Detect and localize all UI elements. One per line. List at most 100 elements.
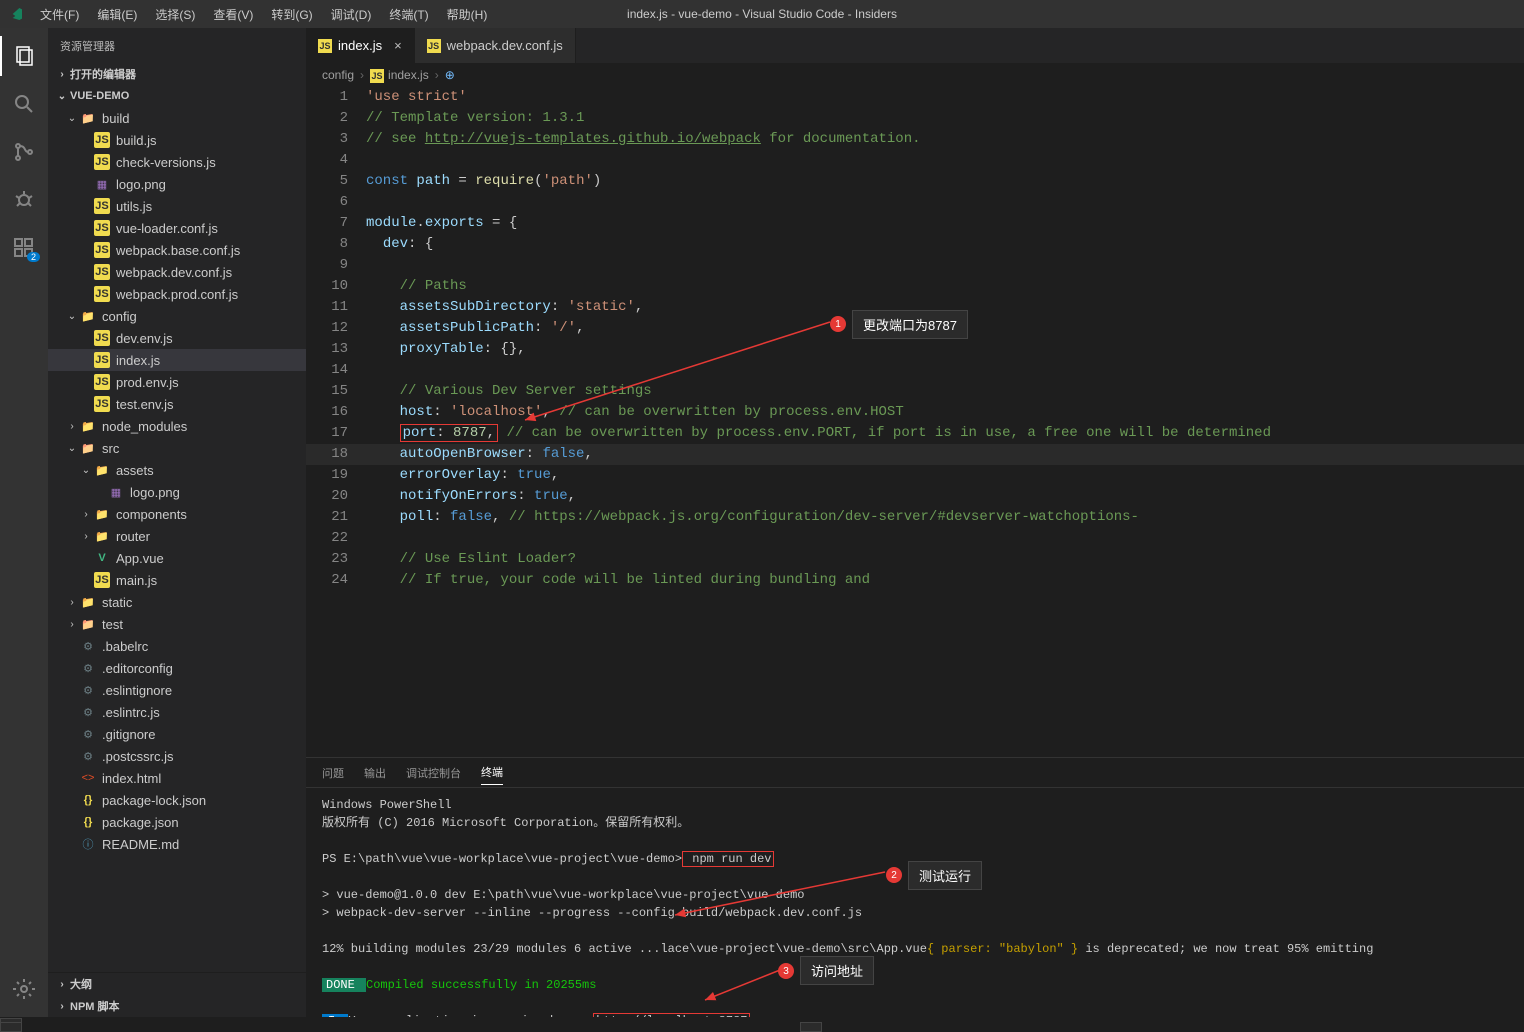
tree-item[interactable]: ⚙.gitignore [48, 723, 306, 745]
tree-item[interactable]: {}package-lock.json [48, 789, 306, 811]
menu-item[interactable]: 选择(S) [147, 2, 203, 27]
activity-scm[interactable] [0, 132, 48, 172]
tree-item[interactable]: ⓘREADME.md [48, 833, 306, 855]
tree-label: assets [116, 463, 154, 478]
tree-label: node_modules [102, 419, 187, 434]
file-icon: ⚙ [80, 660, 96, 676]
tree-label: package-lock.json [102, 793, 206, 808]
breadcrumb[interactable]: config›JSindex.js›⊕ [306, 63, 1524, 87]
tree-label: check-versions.js [116, 155, 216, 170]
tree-item[interactable]: JSindex.js [48, 349, 306, 371]
vscode-logo-icon [8, 6, 24, 22]
panel-tab[interactable]: 问题 [322, 761, 344, 785]
breadcrumb-item[interactable]: JSindex.js [370, 68, 429, 83]
tree-item[interactable]: ›📁static [48, 591, 306, 613]
file-icon: ⓘ [80, 836, 96, 852]
folder-icon: 📁 [80, 616, 96, 632]
tree-item[interactable]: {}package.json [48, 811, 306, 833]
activity-extensions[interactable]: 2 [0, 228, 48, 268]
file-tree: › 打开的编辑器 ⌄ VUE-DEMO ⌄📁build JSbuild.js J… [48, 63, 306, 972]
npm-scripts-section[interactable]: ›NPM 脚本 [48, 995, 306, 1017]
tree-item[interactable]: ▦logo.png [48, 173, 306, 195]
file-icon: JS [94, 132, 110, 148]
code-editor[interactable]: 1'use strict'2// Template version: 1.3.1… [306, 87, 1524, 757]
tree-label: .gitignore [102, 727, 155, 742]
tree-item[interactable]: ▦logo.png [48, 481, 306, 503]
tree-item[interactable]: ⚙ .eslintrc.js [48, 701, 306, 723]
tree-item[interactable]: <>index.html [48, 767, 306, 789]
sidebar: 资源管理器 › 打开的编辑器 ⌄ VUE-DEMO ⌄📁build JSbuil… [48, 28, 306, 1017]
tree-item[interactable]: VApp.vue [48, 547, 306, 569]
annotation-3 [800, 1022, 822, 1032]
tree-label: index.js [116, 353, 160, 368]
file-icon: JS [94, 396, 110, 412]
tree-label: components [116, 507, 187, 522]
tree-label: index.html [102, 771, 161, 786]
editor-tab[interactable]: JSwebpack.dev.conf.js [415, 28, 576, 63]
tree-item[interactable]: ›📁router [48, 525, 306, 547]
tab-bar: JSindex.js×JSwebpack.dev.conf.js [306, 28, 1524, 63]
tree-label: webpack.dev.conf.js [116, 265, 232, 280]
tree-item[interactable]: JSprod.env.js [48, 371, 306, 393]
breadcrumb-item[interactable]: config [322, 68, 354, 82]
activity-settings[interactable] [0, 969, 48, 1009]
tree-item[interactable]: JS webpack.base.conf.js [48, 239, 306, 261]
file-icon: JS [94, 242, 110, 258]
folder-icon: 📁 [80, 594, 96, 610]
tree-item[interactable]: JSbuild.js [48, 129, 306, 151]
menu-item[interactable]: 调试(D) [323, 2, 380, 27]
tree-label: utils.js [116, 199, 152, 214]
titlebar: 文件(F)编辑(E)选择(S)查看(V)转到(G)调试(D)终端(T)帮助(H)… [0, 0, 1524, 28]
tree-item[interactable]: ⌄📁src [48, 437, 306, 459]
annotation-badge-1: 1 [830, 316, 846, 332]
tree-label: logo.png [130, 485, 180, 500]
panel-tab[interactable]: 调试控制台 [406, 761, 461, 785]
activity-debug[interactable] [0, 180, 48, 220]
tree-item[interactable]: ⌄📁config [48, 305, 306, 327]
menu-item[interactable]: 查看(V) [205, 2, 261, 27]
outline-section[interactable]: ›大纲 [48, 973, 306, 995]
menu-item[interactable]: 帮助(H) [439, 2, 496, 27]
folder-icon: 📁 [80, 418, 96, 434]
tree-item[interactable]: JSmain.js [48, 569, 306, 591]
activity-search[interactable] [0, 84, 48, 124]
tree-label: .editorconfig [102, 661, 173, 676]
tree-item[interactable]: ›📁test [48, 613, 306, 635]
tree-label: webpack.base.conf.js [116, 243, 240, 258]
close-icon[interactable]: × [394, 38, 402, 53]
tree-item[interactable]: JSwebpack.prod.conf.js [48, 283, 306, 305]
editor-tab[interactable]: JSindex.js× [306, 28, 415, 63]
folder-icon: 📁 [94, 528, 110, 544]
breadcrumb-item[interactable]: ⊕ [445, 68, 455, 82]
panel-tab[interactable]: 终端 [481, 760, 503, 785]
terminal[interactable]: Windows PowerShell版权所有 (C) 2016 Microsof… [306, 788, 1524, 1017]
tree-label: .eslintrc.js [102, 705, 160, 720]
tree-label: router [116, 529, 150, 544]
file-icon: ▦ [94, 176, 110, 192]
tree-item[interactable]: JSdev.env.js [48, 327, 306, 349]
menu-item[interactable]: 编辑(E) [89, 2, 145, 27]
folder-icon: 📁 [94, 506, 110, 522]
tree-item[interactable]: ⚙.postcssrc.js [48, 745, 306, 767]
activity-explorer[interactable] [0, 36, 48, 76]
tree-item[interactable]: JSvue-loader.conf.js [48, 217, 306, 239]
menu-item[interactable]: 转到(G) [263, 2, 320, 27]
menu-item[interactable]: 终端(T) [381, 2, 436, 27]
tree-item[interactable]: ›📁node_modules [48, 415, 306, 437]
tree-item[interactable]: ⌄📁assets [48, 459, 306, 481]
tree-item[interactable]: JStest.env.js [48, 393, 306, 415]
tree-item[interactable]: ⚙ .editorconfig [48, 657, 306, 679]
root-folder[interactable]: ⌄ VUE-DEMO [48, 85, 306, 107]
file-icon: JS [94, 220, 110, 236]
file-icon: ⚙ [80, 704, 96, 720]
open-editors-section[interactable]: › 打开的编辑器 [48, 63, 306, 85]
tree-item[interactable]: ⚙.babelrc [48, 635, 306, 657]
tree-item[interactable]: ⌄📁build [48, 107, 306, 129]
tree-item[interactable]: ⚙.eslintignore [48, 679, 306, 701]
tree-item[interactable]: ›📁components [48, 503, 306, 525]
tree-item[interactable]: JSwebpack.dev.conf.js [48, 261, 306, 283]
tree-item[interactable]: JScheck-versions.js [48, 151, 306, 173]
menu-item[interactable]: 文件(F) [32, 2, 87, 27]
panel-tab[interactable]: 输出 [364, 761, 386, 785]
tree-item[interactable]: JSutils.js [48, 195, 306, 217]
